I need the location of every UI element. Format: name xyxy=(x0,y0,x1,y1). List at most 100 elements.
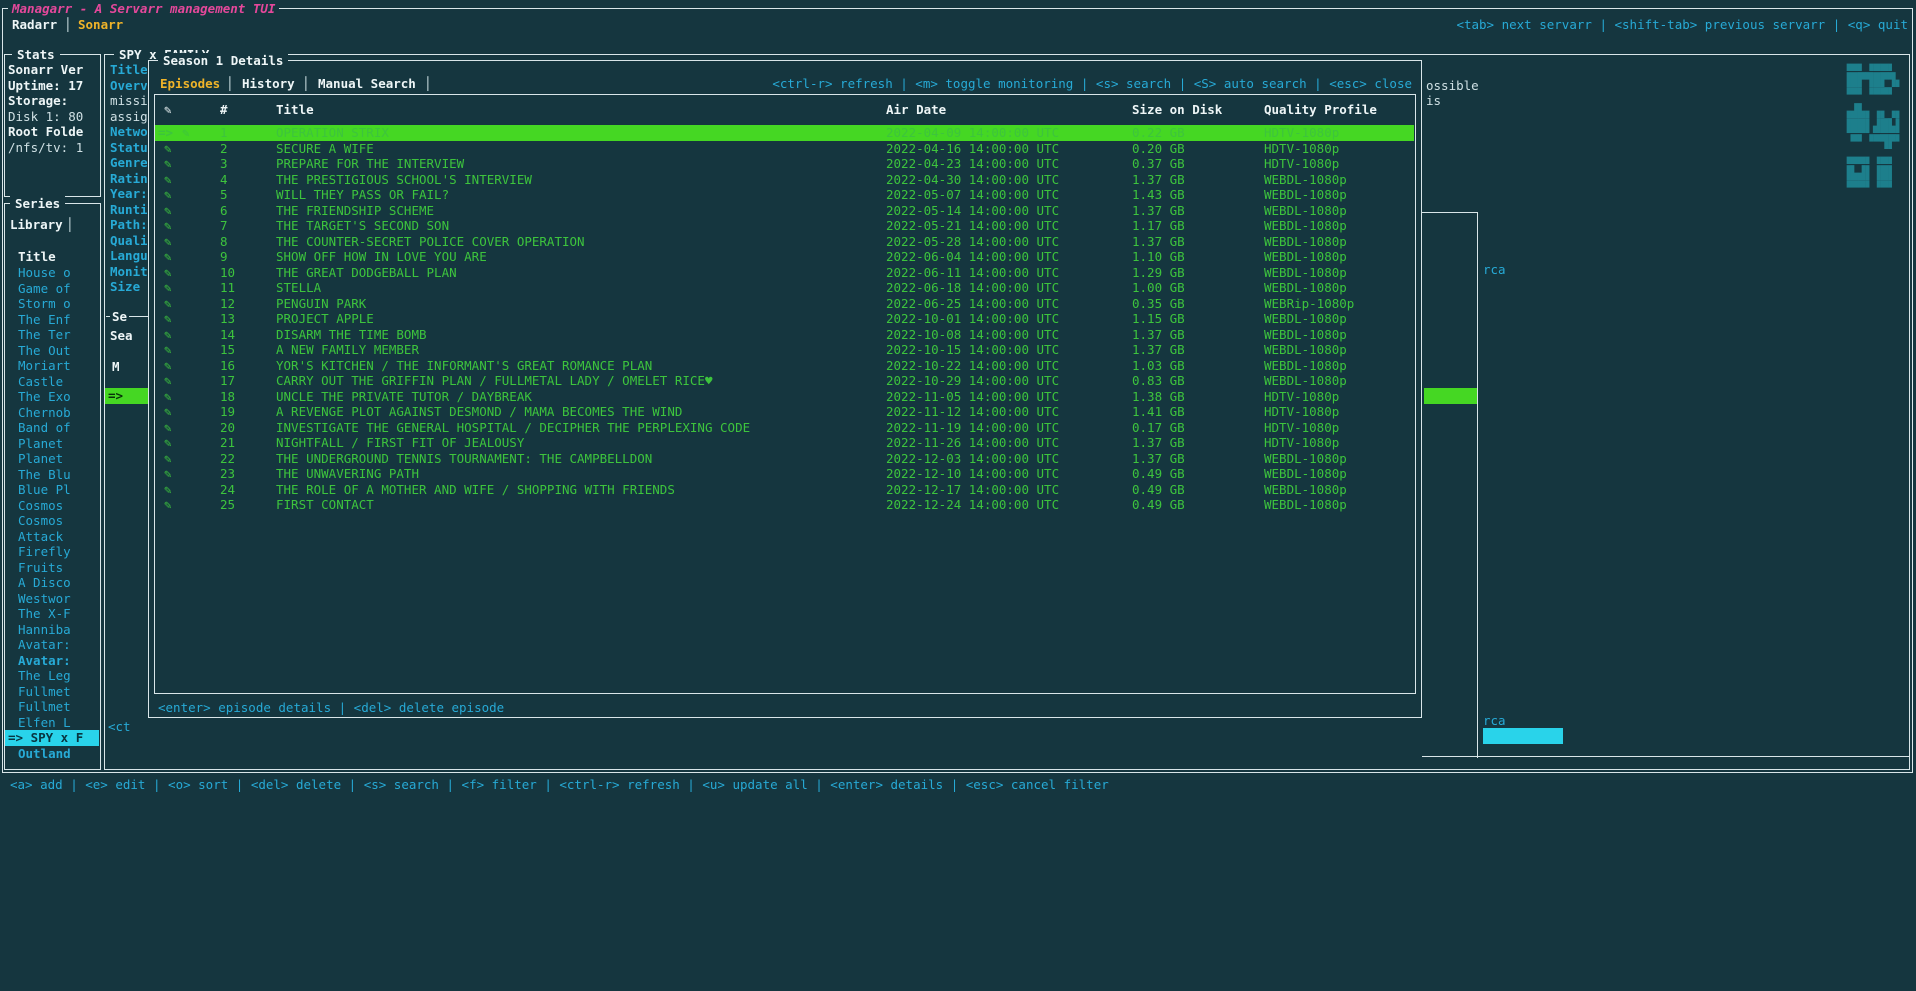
episode-number: 4 xyxy=(220,172,228,188)
episode-row[interactable]: => ✎ 1 OPERATION STRIX 2022-04-09 14:00:… xyxy=(155,125,1414,141)
series-item[interactable]: Planet xyxy=(18,436,63,452)
series-item[interactable]: House o xyxy=(18,265,71,281)
episode-row[interactable]: ✎ 11 STELLA 2022-06-18 14:00:00 UTC 1.00… xyxy=(155,280,1414,296)
episode-title: THE FRIENDSHIP SCHEME xyxy=(276,203,434,219)
episode-row[interactable]: ✎ 20 INVESTIGATE THE GENERAL HOSPITAL / … xyxy=(155,420,1414,436)
episode-row[interactable]: ✎ 16 YOR'S KITCHEN / THE INFORMANT'S GRE… xyxy=(155,358,1414,374)
series-item[interactable]: Outland xyxy=(18,746,71,762)
episode-row[interactable]: ✎ 24 THE ROLE OF A MOTHER AND WIFE / SHO… xyxy=(155,482,1414,498)
episode-quality: WEBDL-1080p xyxy=(1264,234,1347,250)
episode-title: INVESTIGATE THE GENERAL HOSPITAL / DECIP… xyxy=(276,420,750,436)
series-item[interactable]: Cosmos xyxy=(18,498,63,514)
episode-row[interactable]: ✎ 13 PROJECT APPLE 2022-10-01 14:00:00 U… xyxy=(155,311,1414,327)
series-item[interactable]: Hanniba xyxy=(18,622,71,638)
selected-season-row-left-fragment[interactable]: => xyxy=(105,388,148,404)
series-item[interactable]: Avatar: xyxy=(18,653,71,669)
series-item[interactable]: Band of xyxy=(18,420,71,436)
series-item[interactable]: A Disco xyxy=(18,575,71,591)
episode-title: THE GREAT DODGEBALL PLAN xyxy=(276,265,457,281)
episode-row[interactable]: ✎ 3 PREPARE FOR THE INTERVIEW 2022-04-23… xyxy=(155,156,1414,172)
series-item[interactable]: The Enf xyxy=(18,312,71,328)
episode-row[interactable]: ✎ 17 CARRY OUT THE GRIFFIN PLAN / FULLME… xyxy=(155,373,1414,389)
series-info-fragment: Genre xyxy=(110,155,147,171)
series-item[interactable]: The Ter xyxy=(18,327,71,343)
episode-row[interactable]: ✎ 22 THE UNDERGROUND TENNIS TOURNAMENT: … xyxy=(155,451,1414,467)
series-item[interactable]: Castle xyxy=(18,374,63,390)
episode-row[interactable]: ✎ 23 THE UNWAVERING PATH 2022-12-10 14:0… xyxy=(155,466,1414,482)
poster-art-row: ▀▘▝▀▜▛▘ xyxy=(1843,134,1903,150)
episode-row[interactable]: ✎ 14 DISARM THE TIME BOMB 2022-10-08 14:… xyxy=(155,327,1414,343)
episode-row[interactable]: ✎ 6 THE FRIENDSHIP SCHEME 2022-05-14 14:… xyxy=(155,203,1414,219)
edit-pencil-icon: ✎ xyxy=(164,327,172,343)
episode-row[interactable]: ✎ 21 NIGHTFALL / FIRST FIT OF JEALOUSY 2… xyxy=(155,435,1414,451)
series-item[interactable]: The Leg xyxy=(18,668,71,684)
tab-manual-search[interactable]: Manual Search xyxy=(318,76,416,92)
series-item[interactable]: Planet xyxy=(18,451,63,467)
series-item[interactable]: The Blu xyxy=(18,467,71,483)
right-panel-border-top xyxy=(1422,212,1478,213)
episode-row[interactable]: ✎ 4 THE PRESTIGIOUS SCHOOL'S INTERVIEW 2… xyxy=(155,172,1414,188)
series-item[interactable]: Fullmet xyxy=(18,699,71,715)
episode-air-date: 2022-12-24 14:00:00 UTC xyxy=(886,497,1059,513)
episode-quality: WEBDL-1080p xyxy=(1264,327,1347,343)
series-item[interactable]: Elfen L xyxy=(18,715,71,731)
episode-row[interactable]: ✎ 5 WILL THEY PASS OR FAIL? 2022-05-07 1… xyxy=(155,187,1414,203)
tab-sonarr[interactable]: Sonarr xyxy=(78,17,123,33)
episode-title: THE ROLE OF A MOTHER AND WIFE / SHOPPING… xyxy=(276,482,675,498)
episode-number: 15 xyxy=(220,342,235,358)
episode-quality: WEBDL-1080p xyxy=(1264,172,1347,188)
right-panel-border-side xyxy=(1477,212,1478,758)
series-item[interactable]: Cosmos xyxy=(18,513,63,529)
series-item[interactable]: Chernob xyxy=(18,405,71,421)
episode-air-date: 2022-04-30 14:00:00 UTC xyxy=(886,172,1059,188)
episode-row[interactable]: ✎ 2 SECURE A WIFE 2022-04-16 14:00:00 UT… xyxy=(155,141,1414,157)
tab-history[interactable]: History xyxy=(242,76,295,92)
series-item[interactable]: Game of xyxy=(18,281,71,297)
stats-line: /nfs/tv: 1 xyxy=(8,140,83,156)
series-item[interactable]: Blue Pl xyxy=(18,482,71,498)
series-item[interactable]: The X-F xyxy=(18,606,71,622)
episode-row[interactable]: ✎ 19 A REVENGE PLOT AGAINST DESMOND / MA… xyxy=(155,404,1414,420)
series-item[interactable]: Fruits xyxy=(18,560,63,576)
edit-pencil-icon: ✎ xyxy=(164,466,172,482)
series-info-fragment: Monit xyxy=(110,264,147,280)
series-item[interactable]: Attack xyxy=(18,529,63,545)
episode-row[interactable]: ✎ 10 THE GREAT DODGEBALL PLAN 2022-06-11… xyxy=(155,265,1414,281)
episode-title: OPERATION STRIX xyxy=(276,125,389,141)
episode-row[interactable]: ✎ 9 SHOW OFF HOW IN LOVE YOU ARE 2022-06… xyxy=(155,249,1414,265)
episode-quality: HDTV-1080p xyxy=(1264,389,1339,405)
series-item-selected[interactable]: => SPY x F xyxy=(5,730,99,746)
episode-row[interactable]: ✎ 8 THE COUNTER-SECRET POLICE COVER OPER… xyxy=(155,234,1414,250)
episode-size: 1.29 GB xyxy=(1132,265,1185,281)
edit-pencil-icon: ✎ xyxy=(164,451,172,467)
episode-row[interactable]: ✎ 12 PENGUIN PARK 2022-06-25 14:00:00 UT… xyxy=(155,296,1414,312)
stats-line: Uptime: 17 xyxy=(8,78,83,94)
series-item[interactable]: Fullmet xyxy=(18,684,71,700)
episode-row[interactable]: ✎ 25 FIRST CONTACT 2022-12-24 14:00:00 U… xyxy=(155,497,1414,513)
series-item[interactable]: Westwor xyxy=(18,591,71,607)
series-item[interactable]: Storm o xyxy=(18,296,71,312)
episode-row[interactable]: ✎ 7 THE TARGET'S SECOND SON 2022-05-21 1… xyxy=(155,218,1414,234)
series-info-fragment: Quali xyxy=(110,233,147,249)
episode-row[interactable]: ✎ 18 UNCLE THE PRIVATE TUTOR / DAYBREAK … xyxy=(155,389,1414,405)
episode-title: THE PRESTIGIOUS SCHOOL'S INTERVIEW xyxy=(276,172,532,188)
edit-pencil-icon: ✎ xyxy=(164,280,172,296)
episode-quality: WEBDL-1080p xyxy=(1264,451,1347,467)
episode-size: 1.37 GB xyxy=(1132,435,1185,451)
series-item[interactable]: The Out xyxy=(18,343,71,359)
episode-row[interactable]: ✎ 15 A NEW FAMILY MEMBER 2022-10-15 14:0… xyxy=(155,342,1414,358)
episode-title: SECURE A WIFE xyxy=(276,141,374,157)
series-item[interactable]: Moriart xyxy=(18,358,71,374)
episode-quality: WEBDL-1080p xyxy=(1264,265,1347,281)
episode-title: THE TARGET'S SECOND SON xyxy=(276,218,449,234)
series-item[interactable]: Firefly xyxy=(18,544,71,560)
series-item[interactable]: Avatar: xyxy=(18,637,71,653)
tab-radarr[interactable]: Radarr xyxy=(12,17,57,33)
tab-episodes[interactable]: Episodes xyxy=(160,76,220,92)
episode-title: THE UNDERGROUND TENNIS TOURNAMENT: THE C… xyxy=(276,451,652,467)
series-info-fragment: Overv xyxy=(110,78,147,94)
episode-title: PROJECT APPLE xyxy=(276,311,374,327)
poster-art-row: ▗▄▄▖▗▄▖ xyxy=(1843,149,1903,165)
series-item[interactable]: The Exo xyxy=(18,389,71,405)
edit-pencil-icon: ✎ xyxy=(164,420,172,436)
